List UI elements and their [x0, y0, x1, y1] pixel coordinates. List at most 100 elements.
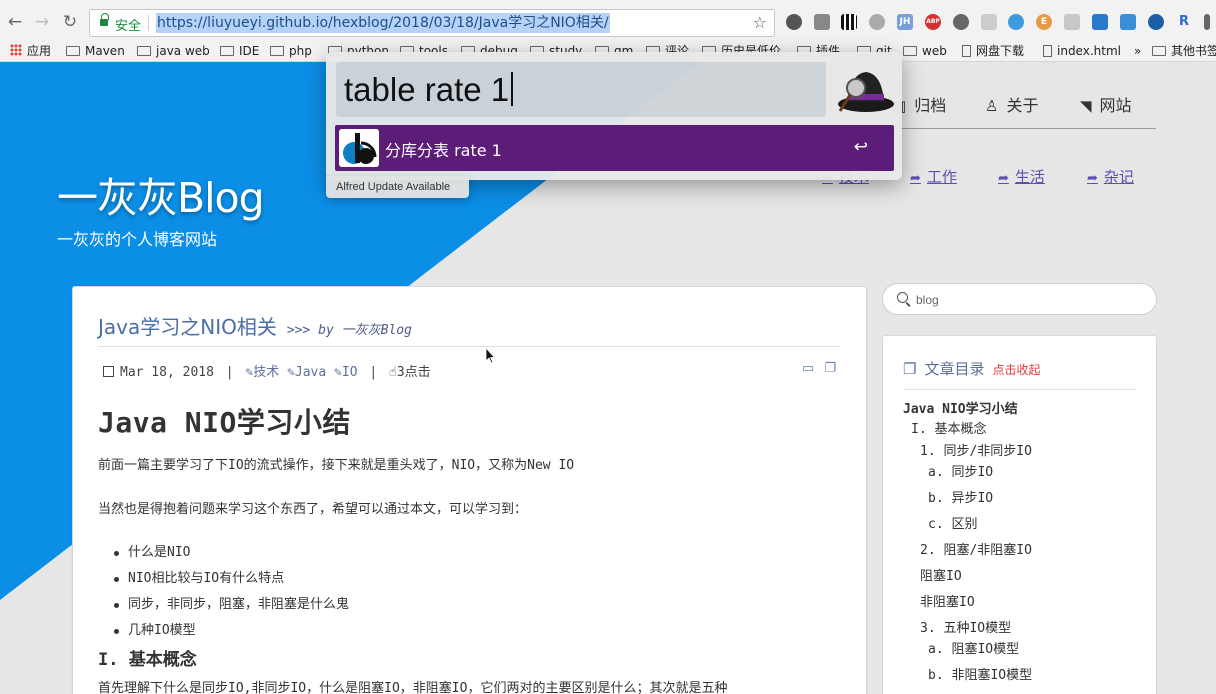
extension-icon[interactable]: R	[1176, 14, 1192, 30]
bookmark-page[interactable]: 网盘下载	[962, 42, 1024, 60]
extension-icon[interactable]: E	[1036, 14, 1052, 30]
post-title[interactable]: Java学习之NIO相关 >>> by 一灰灰Blog	[98, 311, 412, 340]
pocket-icon[interactable]	[1092, 14, 1108, 30]
address-bar[interactable]: 安全 https://liuyueyi.github.io/hexblog/20…	[89, 9, 775, 37]
post-author: >>> by 一灰灰Blog	[286, 323, 412, 338]
extension-icon[interactable]	[981, 14, 997, 30]
result-title: 分库分表 rate 1	[385, 141, 502, 160]
menu-icon[interactable]	[1204, 14, 1210, 30]
page-icon	[1043, 45, 1052, 57]
folder-icon	[137, 46, 151, 56]
alfred-result-row[interactable]: 分库分表 rate 1 ↩	[335, 125, 894, 171]
copy-icon[interactable]: ❐	[824, 361, 836, 376]
category-label: 杂记	[1103, 168, 1134, 186]
article-paragraph: 当然也是得抱着问题来学习这个东西了，希望可以通过本文，可以学习到：	[98, 502, 528, 517]
nav-about[interactable]: ♙ 关于	[985, 92, 1038, 116]
toc-item[interactable]: 1. 同步/非同步IO	[920, 440, 1032, 459]
table-of-contents: ❐ 文章目录 点击收起 Java NIO学习小结 I. 基本概念 1. 同步/非同步…	[882, 335, 1157, 694]
toc-item[interactable]: b. 非阻塞IO模型	[928, 664, 1032, 683]
search-box[interactable]	[882, 283, 1157, 315]
toc-item[interactable]: a. 阻塞IO模型	[928, 638, 1019, 657]
category-work[interactable]: ➦ 工作	[910, 166, 957, 187]
bookmark-folder[interactable]: web	[903, 42, 947, 60]
extension-icon[interactable]	[814, 14, 830, 30]
bookmark-label: Maven	[85, 44, 125, 58]
result-app-icon	[339, 129, 379, 167]
meta-separator: |	[225, 365, 234, 380]
folder-icon	[270, 46, 284, 56]
alfred-update-notice[interactable]: Alfred Update Available	[326, 176, 469, 198]
forward-icon[interactable]: →	[32, 11, 52, 33]
bookmark-label: java web	[156, 44, 210, 58]
search-icon	[897, 292, 908, 303]
toc-collapse-link[interactable]: 点击收起	[992, 363, 1040, 377]
bookmark-star-icon[interactable]: ☆	[753, 13, 767, 32]
post-divider	[98, 346, 841, 347]
post-actions: ▭ ❐	[802, 361, 836, 376]
extension-icon[interactable]	[1120, 14, 1136, 30]
extension-icon[interactable]	[1064, 14, 1080, 30]
bookmark-page[interactable]: index.html	[1043, 42, 1121, 60]
extension-icon[interactable]: JH	[897, 14, 913, 30]
globe-icon[interactable]	[869, 14, 885, 30]
text-caret	[511, 72, 513, 106]
post-tag[interactable]: Java	[295, 365, 326, 380]
bookmark-folder[interactable]: 其他书签	[1152, 42, 1216, 60]
toc-item[interactable]: c. 区别	[928, 513, 977, 532]
user-icon: ♙	[985, 97, 999, 115]
toc-item[interactable]: a. 同步IO	[928, 461, 993, 480]
bookmark-folder[interactable]: php	[270, 42, 312, 60]
bookmark-folder[interactable]: IDE	[220, 42, 259, 60]
bookmark-apps[interactable]: 应用	[10, 42, 51, 60]
toc-item[interactable]: 阻塞IO	[920, 565, 962, 584]
toc-item[interactable]: b. 异步IO	[928, 487, 993, 506]
blog-subtitle: 一灰灰的个人博客网站	[57, 230, 218, 249]
bookmark-label: index.html	[1057, 44, 1121, 58]
gear-icon[interactable]	[953, 14, 969, 30]
toc-item[interactable]: 3. 五种IO模型	[920, 617, 1011, 636]
extension-icon[interactable]	[1148, 14, 1164, 30]
toc-item[interactable]: 非阻塞IO	[920, 591, 975, 610]
bookmarks-overflow[interactable]: »	[1134, 42, 1141, 60]
qrcode-icon[interactable]	[841, 14, 857, 30]
nav-label: 关于	[1006, 96, 1039, 115]
toc-item[interactable]: 2. 阻塞/非阻塞IO	[920, 539, 1032, 558]
calendar-icon	[103, 366, 114, 377]
url-text[interactable]: https://liuyueyi.github.io/hexblog/2018/…	[156, 13, 610, 33]
comment-icon[interactable]: ▭	[802, 361, 814, 376]
list-item: 同步，非同步，阻塞，非阻塞是什么鬼	[113, 592, 349, 618]
bookmark-label: IDE	[239, 44, 260, 58]
post-card: Java学习之NIO相关 >>> by 一灰灰Blog Mar 18, 2018 …	[72, 286, 867, 694]
folder-icon	[66, 46, 80, 56]
share-icon: ➦	[998, 171, 1009, 186]
document-icon: ❐	[903, 360, 917, 378]
list-item: NIO相比较与IO有什么特点	[113, 566, 349, 592]
post-tag[interactable]: 技术	[253, 365, 279, 380]
category-misc[interactable]: ➦ 杂记	[1087, 166, 1134, 187]
bookmark-folder[interactable]: Maven	[66, 42, 125, 60]
bookmark-folder[interactable]: java web	[137, 42, 210, 60]
browser-toolbar: ← → ↻ 安全 https://liuyueyi.github.io/hexb…	[0, 0, 1216, 44]
toc-item[interactable]: Java NIO学习小结	[903, 398, 1018, 417]
back-icon[interactable]: ←	[5, 11, 25, 33]
share-icon: ➦	[1087, 171, 1098, 186]
category-life[interactable]: ➦ 生活	[998, 166, 1045, 187]
share-icon: ➦	[910, 171, 921, 186]
post-clicks: 3点击	[396, 365, 431, 380]
extension-icon[interactable]	[786, 14, 802, 30]
adblock-icon[interactable]: ABP	[925, 14, 941, 30]
toc-title: 文章目录	[924, 360, 985, 378]
toc-item[interactable]: I. 基本概念	[911, 418, 986, 437]
bookmark-label: 网盘下载	[976, 44, 1025, 58]
alfred-hat-icon	[838, 72, 894, 112]
check-icon[interactable]	[1008, 14, 1024, 30]
toc-divider	[903, 389, 1137, 390]
post-title-text[interactable]: Java学习之NIO相关	[98, 315, 277, 339]
search-input[interactable]	[916, 290, 1136, 310]
post-tag[interactable]: IO	[342, 365, 358, 380]
nav-sites[interactable]: ◥ 网站	[1080, 92, 1132, 116]
tag-icon: ✎	[334, 365, 342, 380]
alfred-search-input[interactable]: table rate 1	[336, 62, 826, 117]
reload-icon[interactable]: ↻	[60, 11, 80, 33]
blog-title[interactable]: 一灰灰Blog	[57, 164, 265, 224]
